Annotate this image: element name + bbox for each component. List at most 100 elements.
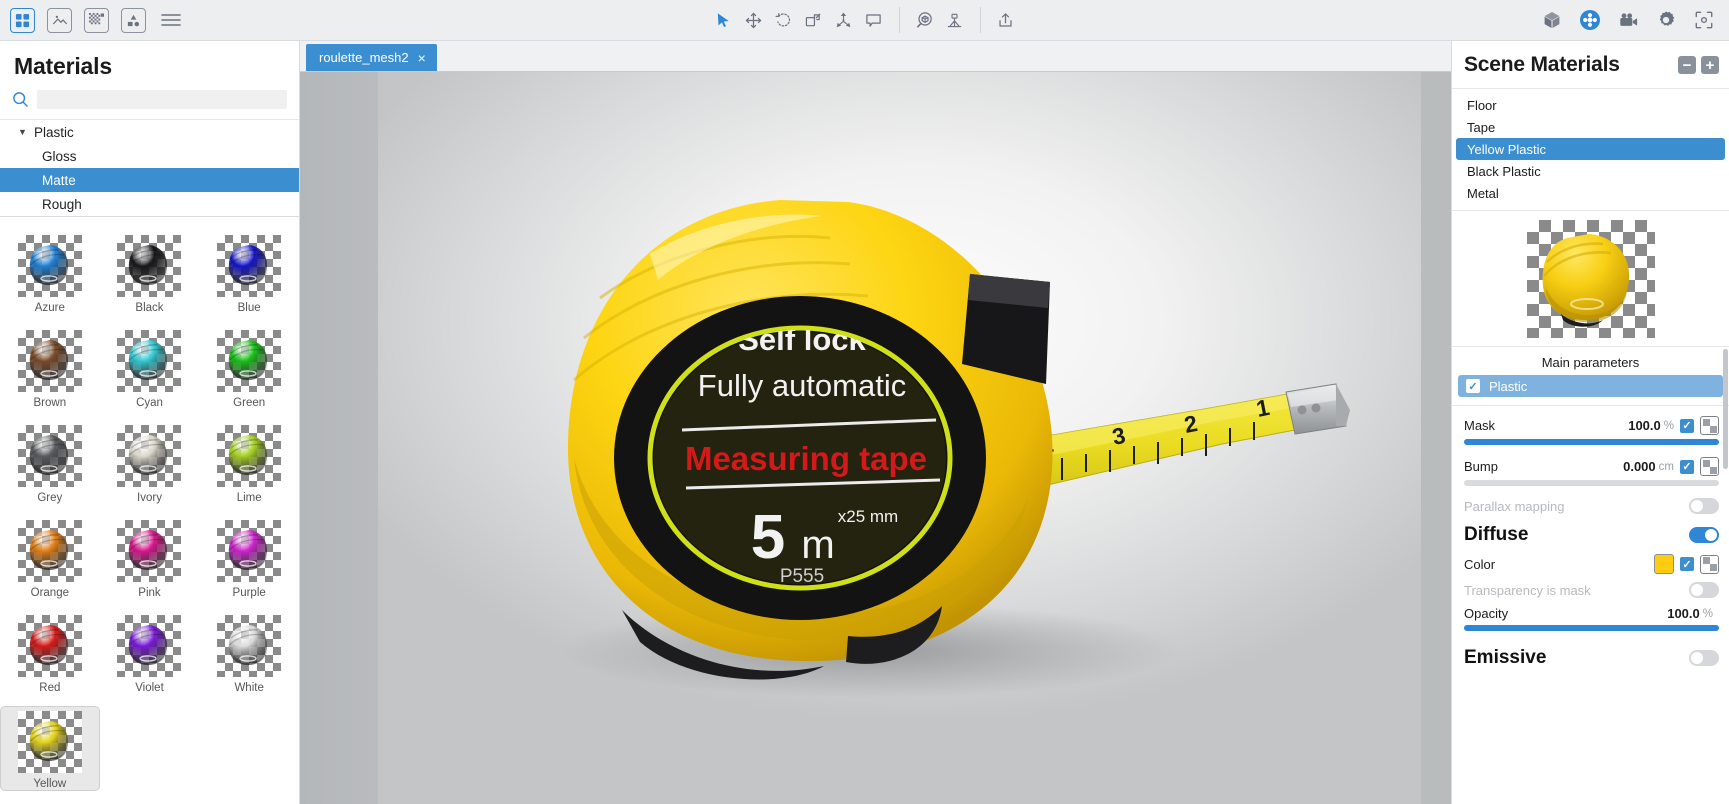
- scene-materials-panel: Scene Materials − + Floor Tape Yellow Pl…: [1451, 41, 1729, 804]
- swatch-label: Purple: [233, 587, 266, 599]
- swatch-label: Red: [39, 682, 60, 694]
- top-toolbar: [0, 0, 1729, 41]
- parameter-chip-plastic[interactable]: ✓ Plastic: [1458, 375, 1723, 397]
- scene-material-label: Yellow Plastic: [1467, 142, 1546, 157]
- swatch-violet[interactable]: Violet: [100, 611, 200, 694]
- tree-group-plastic[interactable]: ▼ Plastic: [0, 120, 299, 144]
- 3d-viewport[interactable]: 5 4 3 2 1: [300, 72, 1451, 804]
- gear-icon[interactable]: [1651, 6, 1681, 35]
- swatch-red[interactable]: Red: [0, 611, 100, 694]
- swatch-thumbnail: [217, 235, 281, 297]
- slider-opacity[interactable]: [1464, 625, 1719, 631]
- swatch-yellow[interactable]: Yellow: [0, 706, 100, 791]
- fullscreen-icon[interactable]: [1689, 6, 1719, 35]
- row-mask: Mask 100.0 % ✓: [1464, 416, 1719, 435]
- scene-material-item-yellow-plastic[interactable]: Yellow Plastic: [1456, 138, 1725, 160]
- swatch-label: Brown: [34, 397, 67, 409]
- checkbox-icon[interactable]: ✓: [1680, 557, 1694, 571]
- move-icon[interactable]: [739, 6, 769, 35]
- texture-icon[interactable]: [84, 8, 109, 33]
- swatch-thumbnail: [117, 235, 181, 297]
- camera-icon[interactable]: [1613, 6, 1643, 35]
- swatch-white[interactable]: White: [199, 611, 299, 694]
- swatch-green[interactable]: Green: [199, 326, 299, 409]
- swatch-azure[interactable]: Azure: [0, 231, 100, 314]
- texture-slot-button[interactable]: [1700, 457, 1719, 476]
- comment-icon[interactable]: [859, 6, 889, 35]
- swatch-thumbnail: [117, 520, 181, 582]
- property-rows: Mask 100.0 % ✓ Bump 0.000 cm ✓: [1452, 406, 1729, 669]
- swatch-grid-container[interactable]: Azure Black Blue Brown CyanGreen Grey IvoryLim…: [0, 216, 299, 804]
- material-ball-icon[interactable]: [1575, 6, 1605, 35]
- remove-material-button[interactable]: −: [1678, 56, 1696, 74]
- checkbox-icon[interactable]: ✓: [1466, 379, 1480, 393]
- tree-item-label: Gloss: [42, 149, 77, 164]
- swatch-blue[interactable]: Blue: [199, 231, 299, 314]
- scene-material-item-tape[interactable]: Tape: [1452, 116, 1729, 138]
- scene-material-item-floor[interactable]: Floor: [1452, 94, 1729, 116]
- swatch-label: Black: [135, 302, 163, 314]
- toggle-emissive[interactable]: [1689, 650, 1719, 666]
- color-swatch-button[interactable]: [1654, 554, 1674, 574]
- material-picker-icon[interactable]: [910, 6, 940, 35]
- swatch-label: Blue: [238, 302, 261, 314]
- row-label: Color: [1464, 557, 1654, 572]
- rotate-icon[interactable]: [769, 6, 799, 35]
- toolbar-divider-1: [899, 7, 900, 33]
- slider-bump[interactable]: [1464, 480, 1719, 486]
- swatch-pink[interactable]: Pink: [100, 516, 200, 599]
- select-arrow-icon[interactable]: [709, 6, 739, 35]
- slider-mask[interactable]: [1464, 439, 1719, 445]
- hamburger-menu-icon[interactable]: [154, 6, 188, 35]
- scene-material-label: Floor: [1467, 98, 1497, 113]
- swatch-label: Grey: [37, 492, 62, 504]
- row-value[interactable]: 100.0: [1628, 418, 1661, 433]
- tab-roulette-mesh2[interactable]: roulette_mesh2 ×: [306, 44, 437, 71]
- share-export-icon[interactable]: [991, 6, 1021, 35]
- ground-plane-icon[interactable]: [940, 6, 970, 35]
- swatch-brown[interactable]: Brown: [0, 326, 100, 409]
- scene-material-item-metal[interactable]: Metal: [1452, 182, 1729, 204]
- checkbox-icon[interactable]: ✓: [1680, 460, 1694, 474]
- tree-item-gloss[interactable]: Gloss: [0, 144, 299, 168]
- row-label: Parallax mapping: [1464, 499, 1689, 514]
- swatch-purple[interactable]: Purple: [199, 516, 299, 599]
- swatch-grid: Azure Black Blue Brown CyanGreen Grey IvoryLim…: [0, 231, 299, 791]
- shapes-icon[interactable]: [121, 8, 146, 33]
- tree-item-rough[interactable]: Rough: [0, 192, 299, 216]
- swatch-grey[interactable]: Grey: [0, 421, 100, 504]
- swatch-lime[interactable]: Lime: [199, 421, 299, 504]
- texture-slot-button[interactable]: [1700, 416, 1719, 435]
- checkbox-icon[interactable]: ✓: [1680, 419, 1694, 433]
- scale-icon[interactable]: [799, 6, 829, 35]
- row-value[interactable]: 0.000: [1623, 459, 1656, 474]
- grid-view-icon[interactable]: [10, 8, 35, 33]
- toggle-transparency-is-mask[interactable]: [1689, 582, 1719, 598]
- row-value[interactable]: 100.0: [1667, 606, 1700, 621]
- scene-material-item-black-plastic[interactable]: Black Plastic: [1452, 160, 1729, 182]
- image-icon[interactable]: [47, 8, 72, 33]
- section-title: Diffuse: [1464, 524, 1689, 546]
- viewport-left-bar: [300, 72, 378, 804]
- swatch-thumbnail: [217, 615, 281, 677]
- swatch-black[interactable]: Black: [100, 231, 200, 314]
- toggle-parallax-mapping[interactable]: [1689, 498, 1719, 514]
- toggle-diffuse[interactable]: [1689, 527, 1719, 543]
- cube-icon[interactable]: [1537, 6, 1567, 35]
- swatch-cyan[interactable]: Cyan: [100, 326, 200, 409]
- tree-item-matte[interactable]: Matte: [0, 168, 299, 192]
- material-preview[interactable]: [1527, 220, 1655, 338]
- toolbar-right-group: [1537, 6, 1729, 35]
- explode-icon[interactable]: [829, 6, 859, 35]
- material-properties-scroll[interactable]: Main parameters ✓ Plastic Mask 100.0 % ✓: [1452, 347, 1729, 804]
- search-input[interactable]: [37, 90, 287, 109]
- swatch-ivory[interactable]: Ivory: [100, 421, 200, 504]
- swatch-thumbnail: [18, 615, 82, 677]
- add-material-button[interactable]: +: [1701, 56, 1719, 74]
- svg-text:m: m: [801, 523, 834, 567]
- scene-materials-title: Scene Materials: [1464, 53, 1673, 77]
- close-icon[interactable]: ×: [418, 51, 426, 65]
- swatch-orange[interactable]: Orange: [0, 516, 100, 599]
- scrollbar[interactable]: [1723, 349, 1728, 469]
- texture-slot-button[interactable]: [1700, 555, 1719, 574]
